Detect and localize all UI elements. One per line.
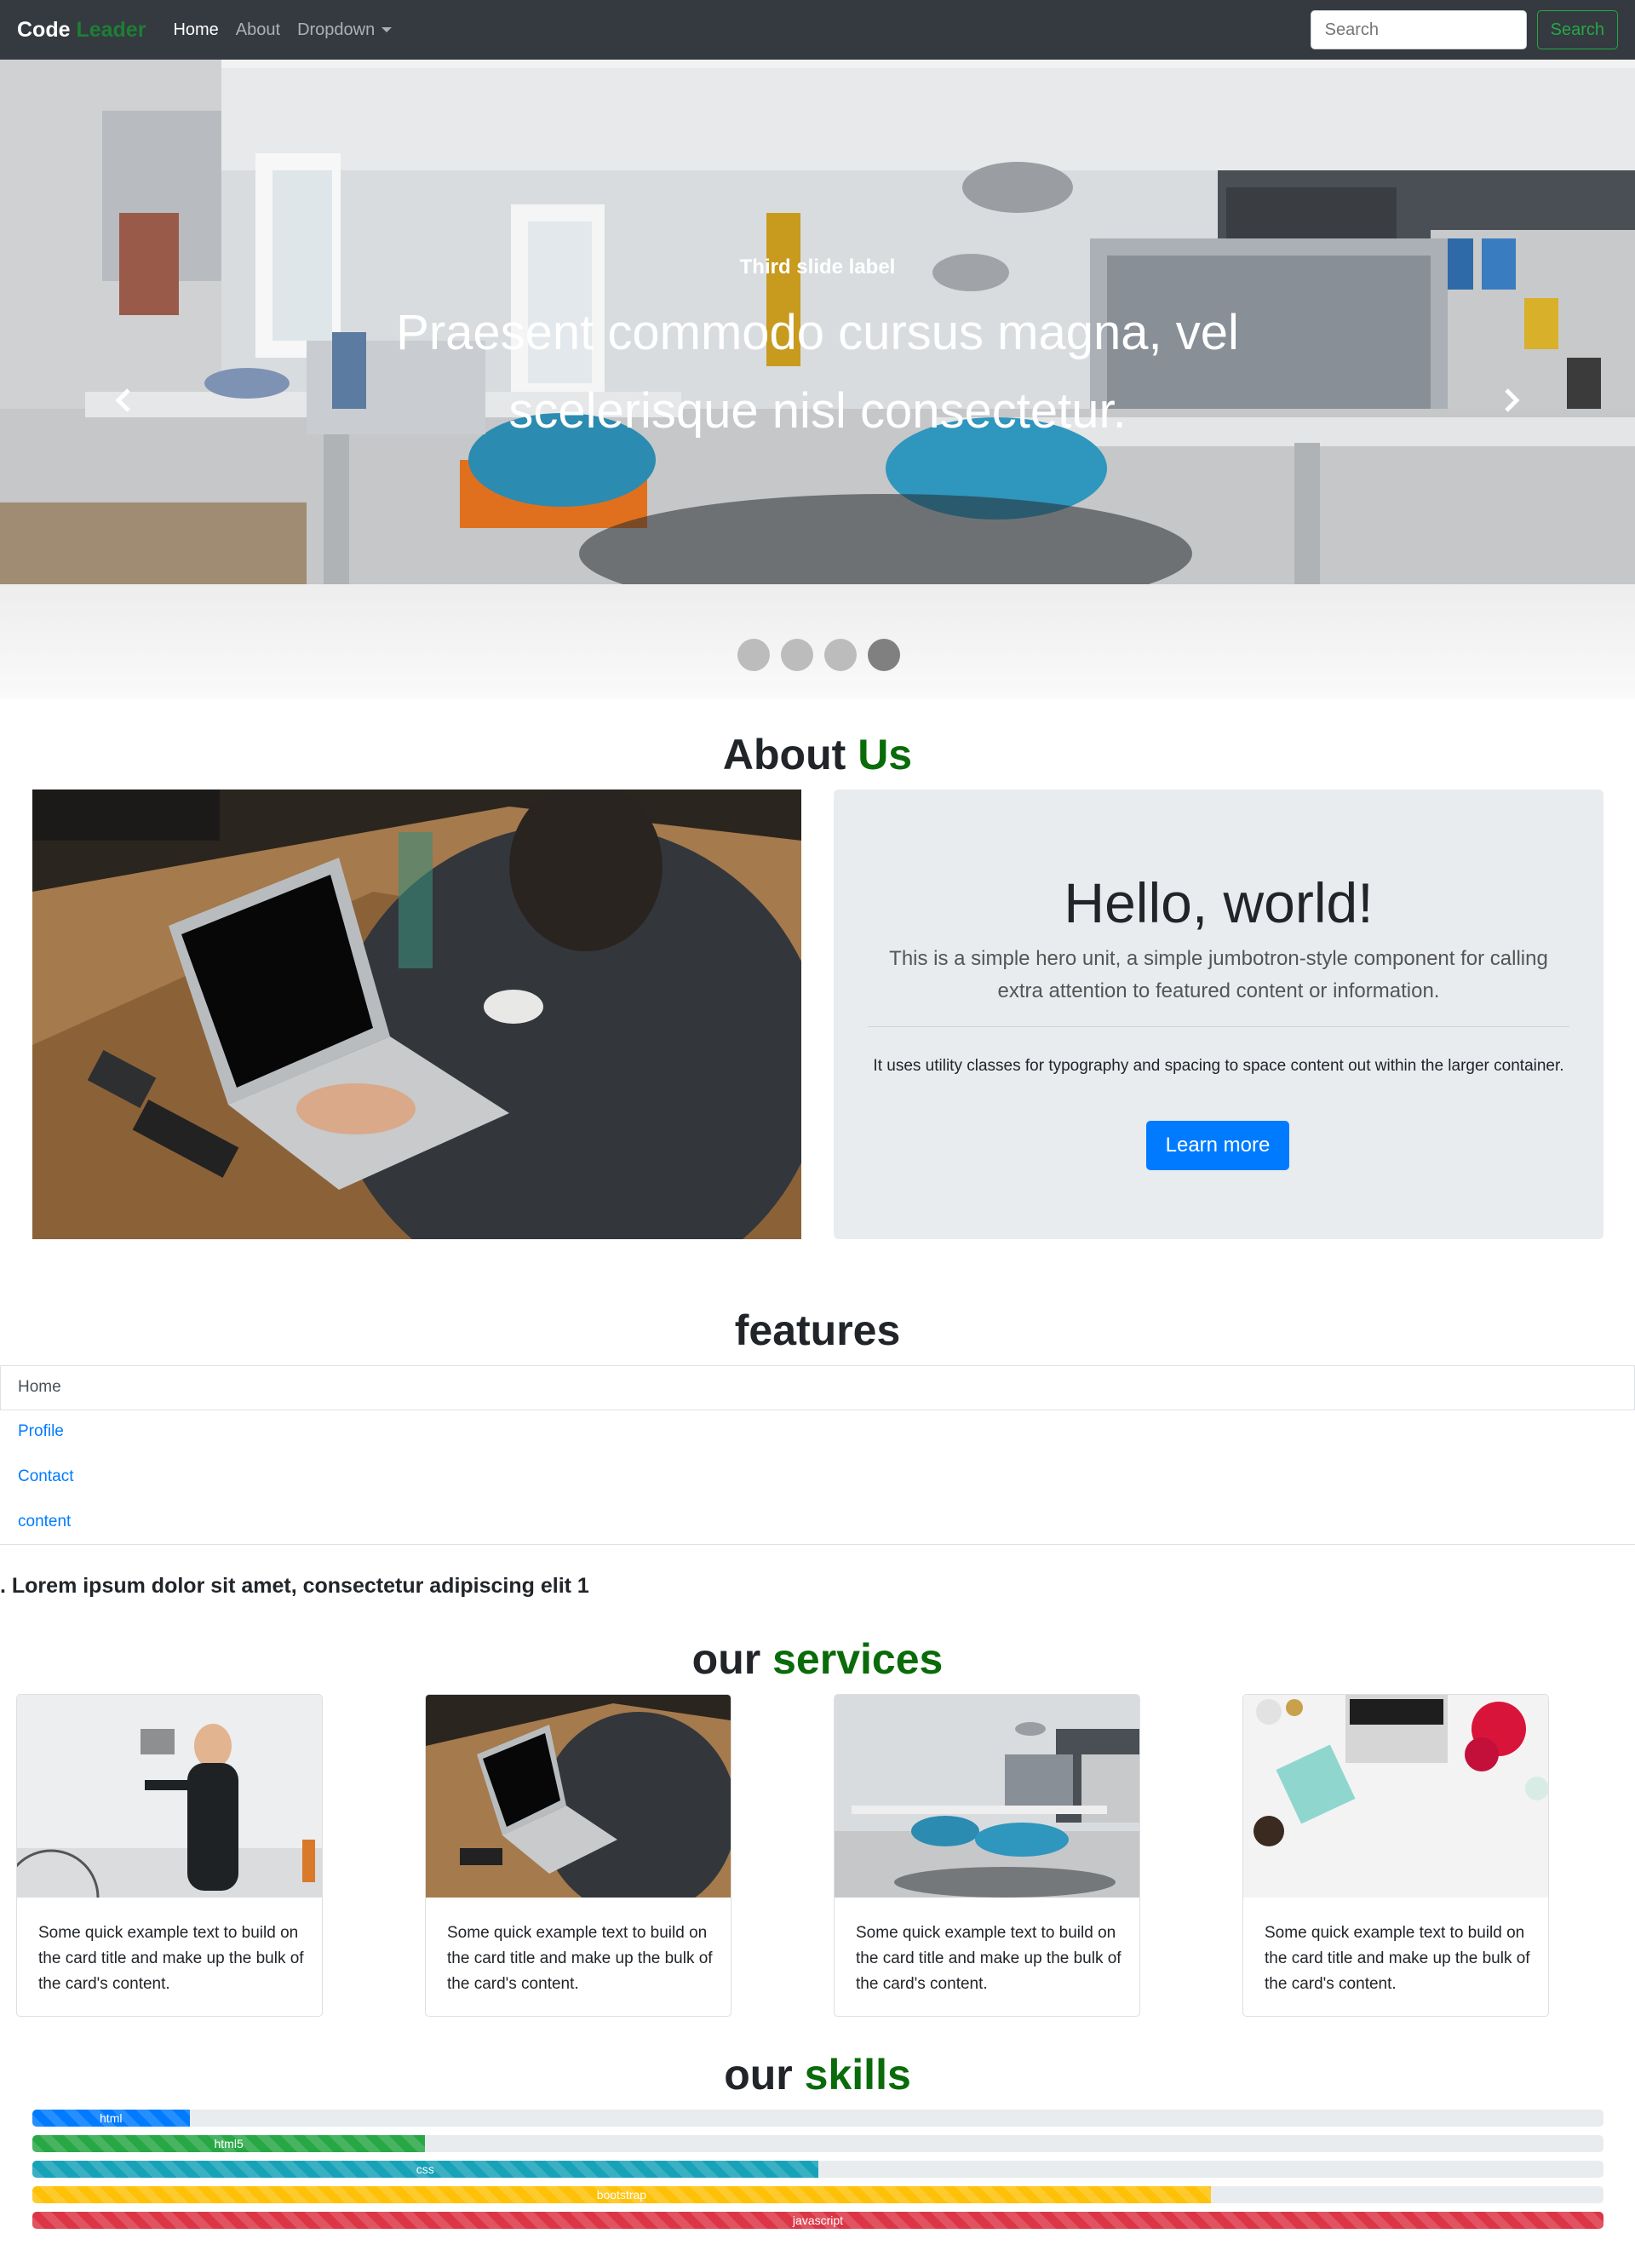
- features-nav: Home Profile Contact content: [0, 1365, 1635, 1545]
- skills-title: our skills: [0, 2050, 1635, 2099]
- feature-item-content[interactable]: content: [18, 1513, 71, 1531]
- nav-dropdown-label: Dropdown: [297, 20, 376, 39]
- carousel-indicator-1[interactable]: [737, 639, 770, 671]
- jumbotron-heading: Hello, world!: [1064, 871, 1374, 934]
- service-card-2: Some quick example text to build on the …: [425, 1694, 731, 2017]
- carousel-caption-text: Praesent commodo cursus magna, vel scele…: [396, 305, 1239, 439]
- skill-bar-javascript: javascript: [32, 2212, 1603, 2229]
- nav-link-home[interactable]: Home: [173, 20, 218, 40]
- skills-title-accent: skills: [804, 2051, 911, 2099]
- service-card-4: Some quick example text to build on the …: [1242, 1694, 1549, 2017]
- service-card-image: [835, 1695, 1139, 1898]
- service-card-text: Some quick example text to build on the …: [447, 1924, 713, 1993]
- service-card-text: Some quick example text to build on the …: [1265, 1924, 1530, 1993]
- chevron-right-icon: [1505, 388, 1520, 412]
- nav-link-about[interactable]: About: [236, 20, 280, 40]
- about-laptop-image: [32, 789, 801, 1239]
- search-input[interactable]: [1310, 10, 1527, 49]
- service-card-3: Some quick example text to build on the …: [834, 1694, 1140, 2017]
- brand-logo[interactable]: Code Leader: [17, 18, 146, 43]
- service-card-text: Some quick example text to build on the …: [856, 1924, 1122, 1993]
- jumbotron-lead: This is a simple hero unit, a simple jum…: [889, 947, 1548, 1002]
- about-title-accent: Us: [858, 731, 913, 778]
- about-title: About Us: [0, 730, 1635, 779]
- about-title-main: About: [722, 731, 846, 778]
- skill-progress-html: html: [32, 2110, 1603, 2127]
- skill-progress-html5: html5: [32, 2135, 1603, 2152]
- nav-search-form: Search: [1310, 10, 1618, 49]
- carousel-next-button[interactable]: [1486, 375, 1537, 426]
- service-card-1: Some quick example text to build on the …: [16, 1694, 323, 2017]
- carousel-prev-button[interactable]: [98, 375, 149, 426]
- features-body-text: . Lorem ipsum dolor sit amet, consectetu…: [0, 1574, 589, 1598]
- skills-title-main: our: [724, 2051, 793, 2099]
- skill-progress-bootstrap: bootstrap: [32, 2186, 1603, 2203]
- carousel-indicator-2[interactable]: [781, 639, 813, 671]
- jumbotron-text: It uses utility classes for typography a…: [873, 1057, 1564, 1075]
- carousel-indicator-3[interactable]: [824, 639, 857, 671]
- services-title-main: our: [691, 1635, 761, 1683]
- skill-progress-css: css: [32, 2161, 1603, 2178]
- nav-dropdown[interactable]: Dropdown: [297, 20, 393, 40]
- service-card-image: [17, 1695, 322, 1898]
- brand-accent: Leader: [76, 17, 146, 42]
- service-card-image: [426, 1695, 731, 1898]
- services-title-accent: services: [772, 1635, 944, 1683]
- carousel-indicators: [737, 639, 911, 671]
- services-title: our services: [0, 1634, 1635, 1684]
- feature-item-contact[interactable]: Contact: [18, 1467, 73, 1486]
- features-title: features: [734, 1306, 901, 1354]
- feature-item-home[interactable]: Home: [18, 1378, 61, 1397]
- skill-bar-bootstrap: bootstrap: [32, 2186, 1211, 2203]
- service-card-image: [1243, 1695, 1548, 1898]
- feature-item-profile[interactable]: Profile: [18, 1422, 64, 1441]
- learn-more-button[interactable]: Learn more: [1146, 1121, 1289, 1170]
- service-card-text: Some quick example text to build on the …: [38, 1924, 304, 1993]
- skill-bar-html: html: [32, 2110, 190, 2127]
- caret-down-icon: [382, 27, 393, 33]
- carousel-indicator-4[interactable]: [868, 639, 900, 671]
- skill-progress-javascript: javascript: [32, 2212, 1603, 2229]
- brand-main: Code: [17, 17, 71, 42]
- jumbotron: Hello, world! This is a simple hero unit…: [834, 789, 1603, 1239]
- chevron-left-icon: [115, 388, 130, 412]
- hero-carousel: Third slide label Praesent commodo cursu…: [0, 60, 1635, 698]
- top-navbar: Code Leader Home About Dropdown Search: [0, 0, 1635, 60]
- features-active-tab: [0, 1366, 1635, 1410]
- jumbotron-divider: [868, 1026, 1569, 1027]
- carousel-caption-label: Third slide label: [739, 256, 896, 278]
- skill-bar-css: css: [32, 2161, 818, 2178]
- search-button[interactable]: Search: [1536, 10, 1618, 49]
- skill-bar-html5: html5: [32, 2135, 426, 2152]
